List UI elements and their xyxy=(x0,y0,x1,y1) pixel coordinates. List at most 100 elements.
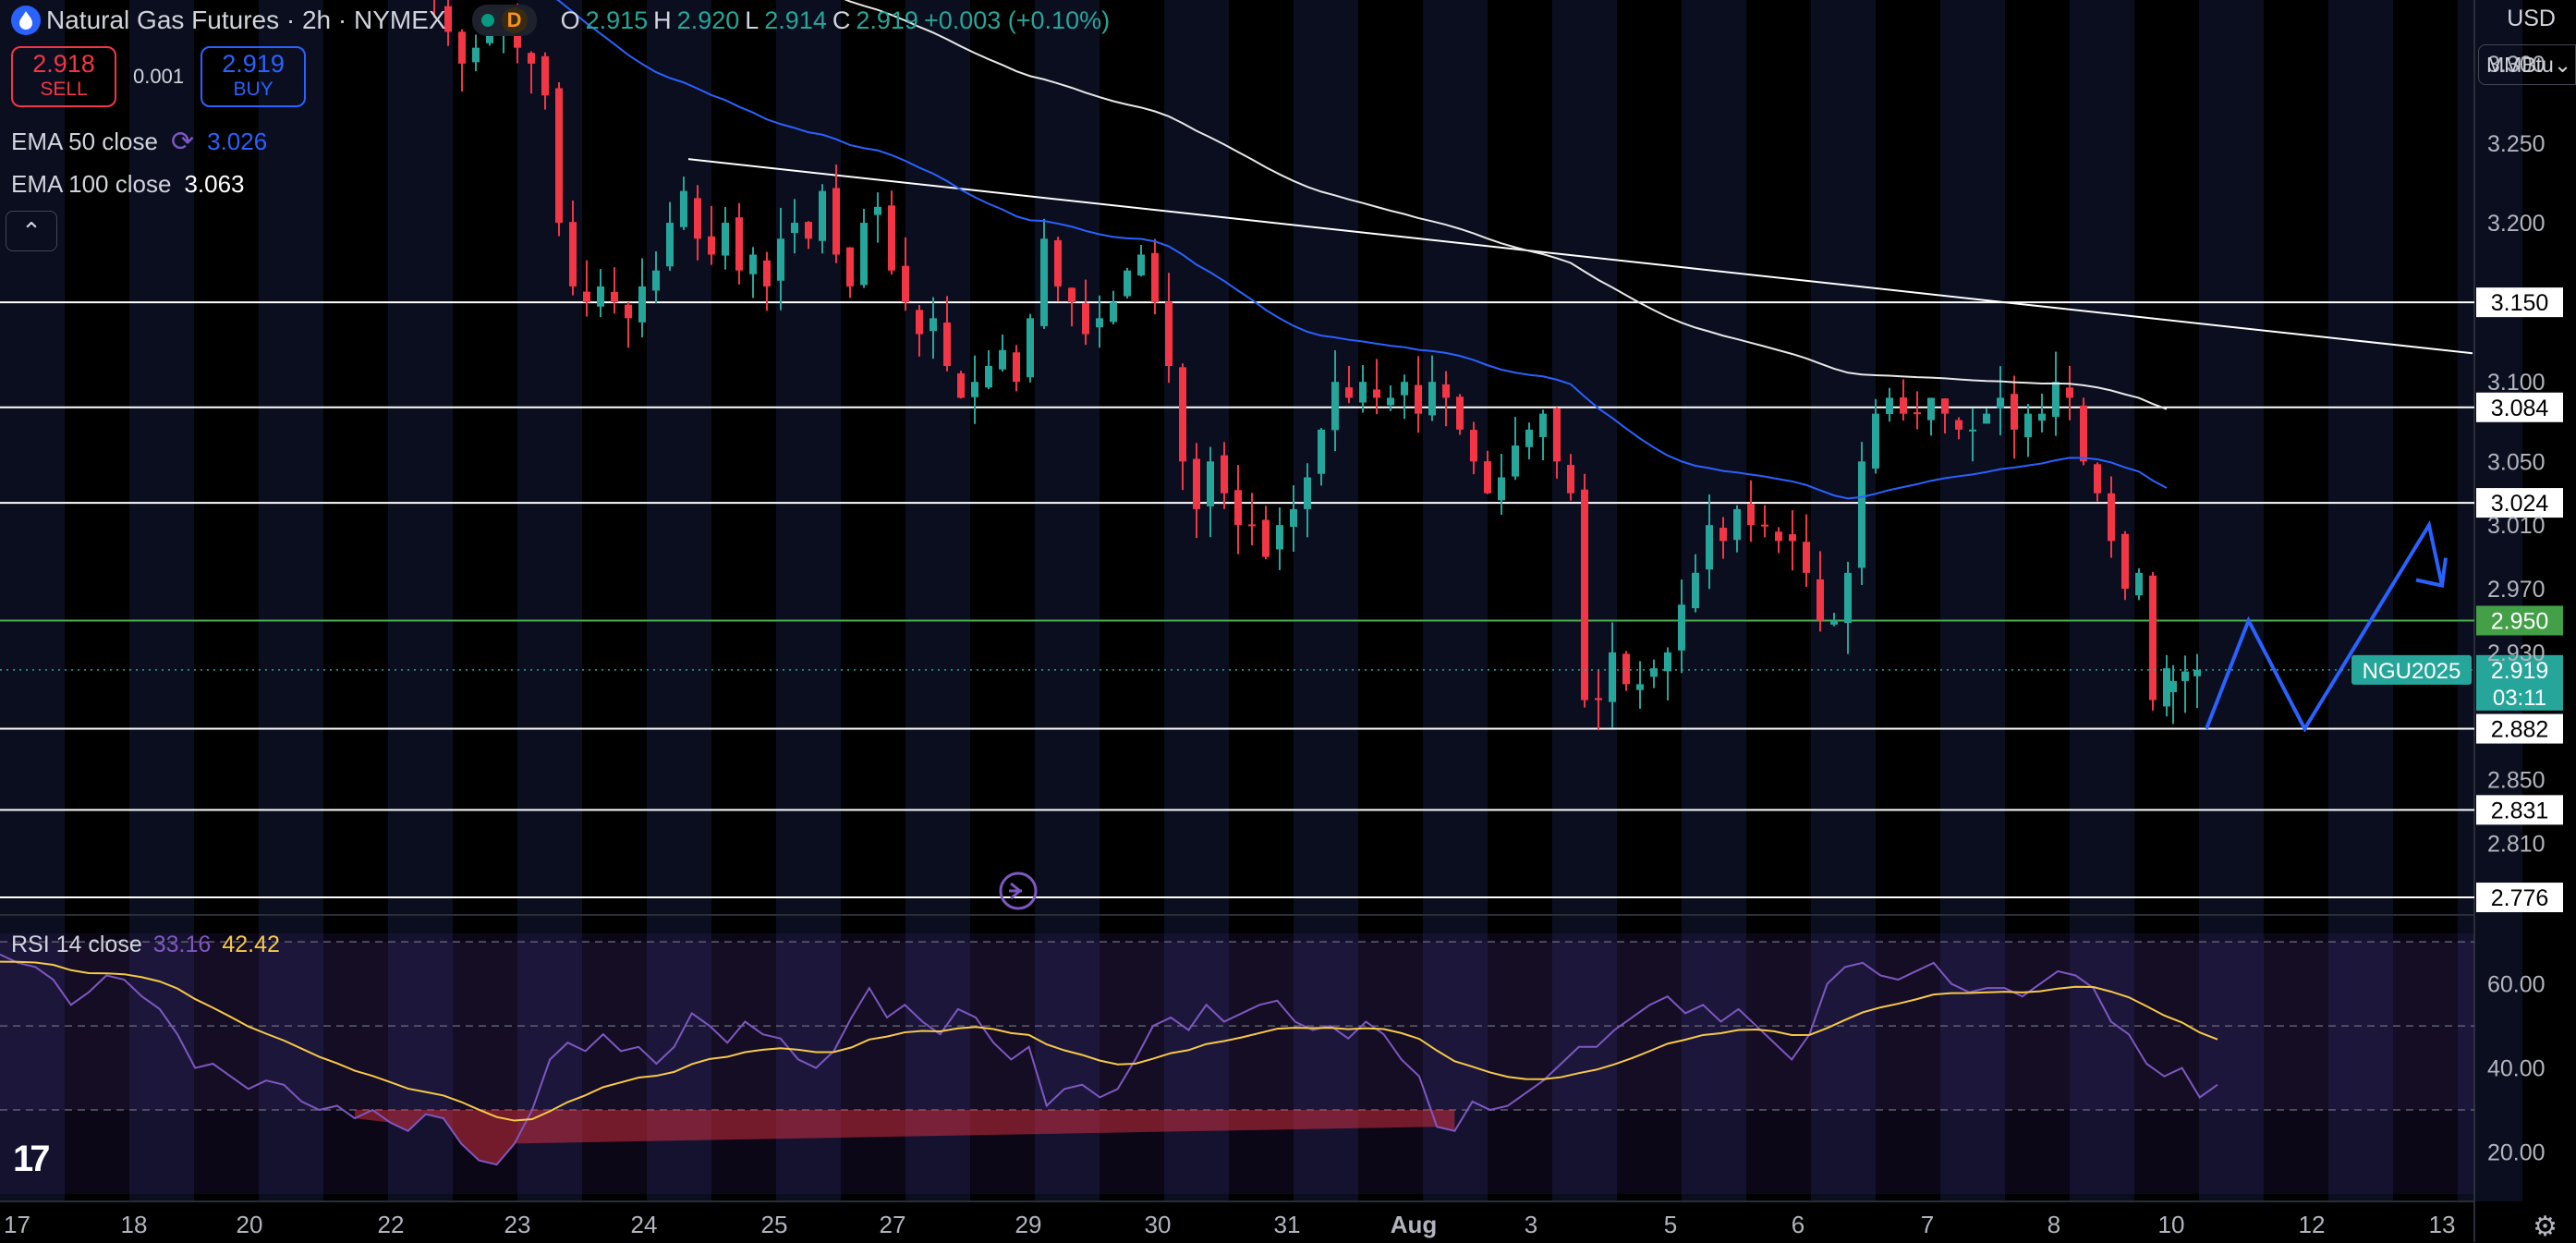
candle-body xyxy=(652,270,660,291)
candle-body xyxy=(1567,465,1574,494)
low-label: L xyxy=(745,6,759,34)
candle-body xyxy=(1331,382,1339,431)
candle-body xyxy=(1733,508,1741,541)
market-status-pill[interactable]: D xyxy=(471,5,537,36)
candle-body xyxy=(1761,524,1768,527)
candle-body xyxy=(611,291,618,303)
time-tick-label: 6 xyxy=(1792,1211,1804,1238)
market-open-icon xyxy=(480,14,494,27)
candle-body xyxy=(2011,394,2018,430)
candle-body xyxy=(638,286,646,323)
time-tick-label: 12 xyxy=(2299,1211,2326,1238)
candle-body xyxy=(1636,684,1644,690)
candle-body xyxy=(1789,534,1796,542)
ema50-legend[interactable]: EMA 50 close ⟳ 3.026 xyxy=(11,126,267,158)
candle-body xyxy=(1747,504,1755,526)
candle-body xyxy=(2094,464,2101,494)
candle-body xyxy=(957,372,965,398)
spread-value: 0.001 xyxy=(133,65,185,88)
candle-body xyxy=(625,304,632,319)
candle-body xyxy=(1595,698,1602,701)
candle-body xyxy=(1262,519,1270,557)
level-price-label: 2.882 xyxy=(2491,717,2549,743)
candle-body xyxy=(722,223,729,256)
ema50-value: 3.026 xyxy=(207,128,268,155)
symbol-title[interactable]: Natural Gas Futures · 2h · NYMEX xyxy=(46,6,446,35)
time-tick-label: 18 xyxy=(121,1211,148,1238)
candle-body xyxy=(2169,680,2177,692)
candle-body xyxy=(555,88,563,224)
candle-body xyxy=(1054,239,1062,286)
price-tick-label: 2.810 xyxy=(2487,832,2546,858)
time-tick-label: 23 xyxy=(504,1211,531,1238)
candle-body xyxy=(1387,397,1394,406)
candle-body xyxy=(1803,542,1810,573)
buy-label: BUY xyxy=(233,79,273,100)
flame-icon xyxy=(11,6,41,35)
candle-body xyxy=(1498,477,1505,501)
candle-body xyxy=(1110,302,1117,323)
level-price-label: 2.776 xyxy=(2491,885,2549,911)
level-price-label: 2.831 xyxy=(2491,798,2549,823)
ema100-legend[interactable]: EMA 100 close 3.063 xyxy=(11,170,245,199)
candle-body xyxy=(2038,413,2046,421)
tradingview-logo[interactable]: 17 xyxy=(13,1139,50,1180)
candle-body xyxy=(2135,572,2143,596)
symbol-tag-label: NGU2025 xyxy=(2363,659,2461,684)
candle-body xyxy=(1318,429,1325,474)
open-label: O xyxy=(560,6,580,34)
time-tick-label: 7 xyxy=(1921,1211,1934,1238)
candle-body xyxy=(1927,397,1935,420)
collapse-legend-button[interactable]: ⌃ xyxy=(6,211,57,251)
candle-body xyxy=(694,198,701,239)
candle-body xyxy=(1609,652,1616,702)
price-tick-label: 3.010 xyxy=(2487,513,2546,539)
candle-body xyxy=(1124,270,1131,297)
candle-body xyxy=(1553,408,1561,462)
candle-body xyxy=(791,223,798,234)
trade-panel: 2.918 SELL 0.001 2.919 BUY xyxy=(0,46,307,107)
rsi-legend[interactable]: RSI 14 close 33.16 42.42 xyxy=(11,932,280,958)
candle-body xyxy=(1512,445,1519,477)
candle-body xyxy=(2080,405,2087,462)
candle-body xyxy=(1969,429,1976,432)
candle-body xyxy=(472,47,480,63)
candle-body xyxy=(2149,575,2157,701)
candle-body xyxy=(1345,387,1353,398)
candle-body xyxy=(541,55,549,96)
time-tick-label: 30 xyxy=(1145,1211,1172,1238)
candle-body xyxy=(1027,318,1034,378)
candle-body xyxy=(846,247,854,286)
candle-body xyxy=(528,53,535,64)
sell-button[interactable]: 2.918 SELL xyxy=(11,46,116,107)
unit-selector[interactable]: MMBtu ⌄ xyxy=(2478,44,2576,85)
candle-body xyxy=(943,322,951,366)
currency-selector[interactable]: USD xyxy=(2507,6,2556,32)
time-tick-label: 8 xyxy=(2047,1211,2060,1238)
candle-body xyxy=(1997,397,2004,408)
time-tick-label: 31 xyxy=(1274,1211,1301,1238)
price-tick-label: 2.970 xyxy=(2487,577,2546,603)
chart-canvas: 3.1503.0843.0242.9502.8822.8312.776NGU20… xyxy=(0,0,2576,1242)
candle-body xyxy=(2052,382,2060,418)
candle-body xyxy=(1304,477,1311,509)
candle-body xyxy=(1719,528,1727,542)
change-value: +0.003 (+0.10%) xyxy=(923,6,1111,34)
close-value: 2.919 xyxy=(856,6,918,34)
candle-body xyxy=(1900,397,1907,414)
level-price-label: 2.950 xyxy=(2491,608,2549,634)
candle-body xyxy=(666,223,674,267)
candle-body xyxy=(916,310,923,335)
price-tick-label: 2.930 xyxy=(2487,640,2546,666)
candle-body xyxy=(1470,430,1477,462)
gear-icon[interactable]: ⚙ xyxy=(2533,1211,2558,1243)
candle-body xyxy=(1955,420,1962,430)
candle-body xyxy=(1234,490,1242,526)
time-tick-label: 27 xyxy=(880,1211,906,1238)
candle-body xyxy=(2108,493,2115,542)
candle-body xyxy=(569,222,577,286)
candle-body xyxy=(1207,461,1214,506)
buy-button[interactable]: 2.919 BUY xyxy=(200,46,307,107)
time-tick-label: 22 xyxy=(378,1211,405,1238)
time-tick-label: 13 xyxy=(2429,1211,2456,1238)
